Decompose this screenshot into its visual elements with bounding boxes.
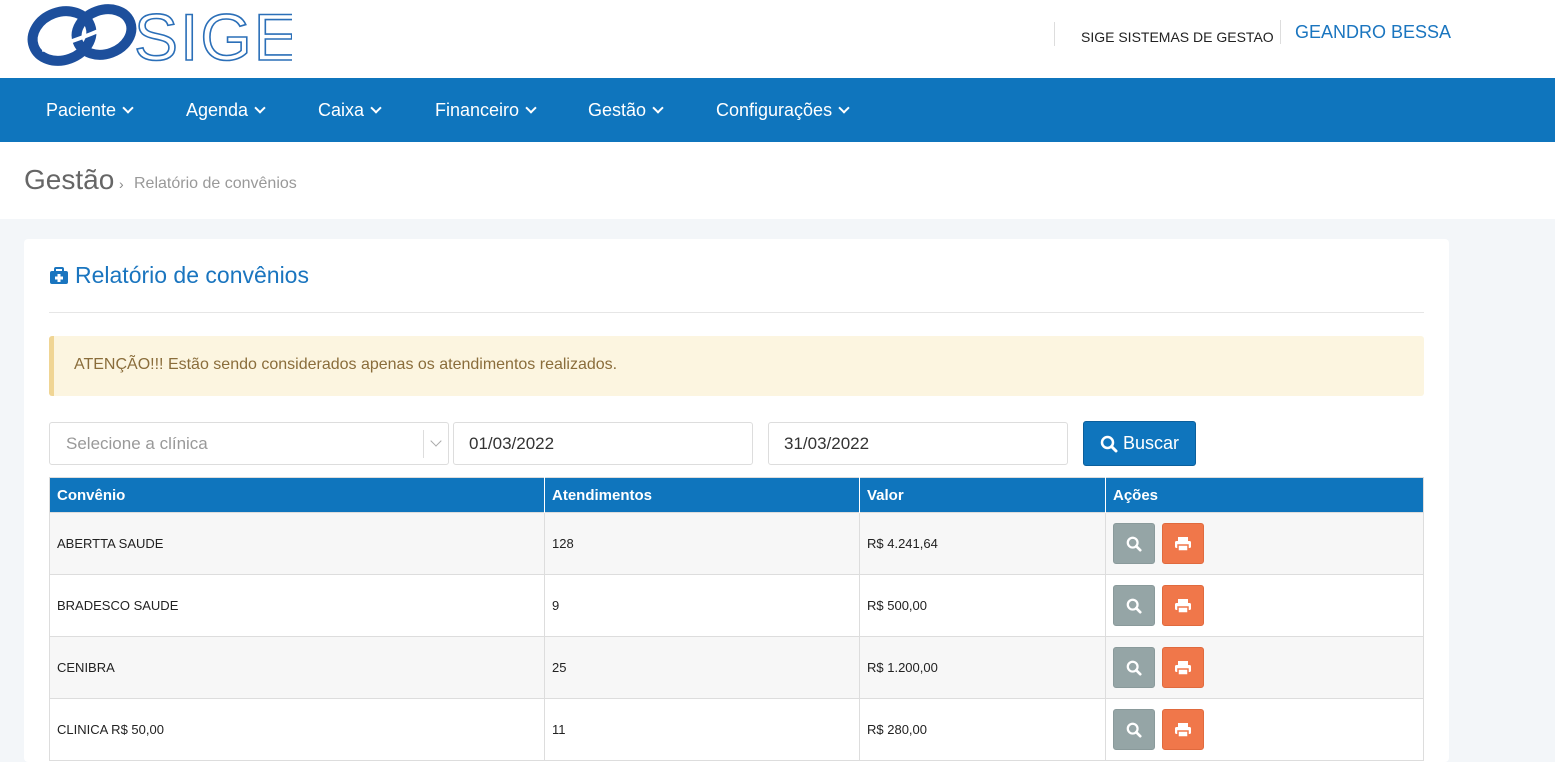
table-row: ABERTTA SAUDE 128 R$ 4.241,64 [49,512,1424,575]
cell-actions [1105,636,1424,699]
nav-financeiro[interactable]: Financeiro [435,78,537,142]
table-row: CLINICA R$ 50,00 11 R$ 280,00 [49,698,1424,761]
cell-actions [1105,512,1424,575]
cell-actions [1105,698,1424,761]
chevron-down-icon [254,102,266,114]
nav-gestao[interactable]: Gestão [588,78,664,142]
card-title: Relatório de convênios [49,262,309,289]
svg-text:SIGE: SIGE [134,0,292,70]
print-button[interactable] [1162,709,1204,750]
print-button[interactable] [1162,523,1204,564]
view-button[interactable] [1113,709,1155,750]
search-icon [1126,722,1142,738]
print-icon [1175,598,1191,614]
cell-valor: R$ 500,00 [859,574,1106,637]
breadcrumb: Gestão › Relatório de convênios [0,142,1555,219]
card-title-text: Relatório de convênios [75,262,309,288]
nav-caixa[interactable]: Caixa [318,78,382,142]
header-atendimentos: Atendimentos [544,477,860,513]
sige-logo[interactable]: SIGE [22,0,299,75]
print-button[interactable] [1162,647,1204,688]
header-acoes: Ações [1105,477,1424,513]
cell-atendimentos: 9 [544,574,860,637]
alert-text: ATENÇÃO!!! Estão sendo considerados apen… [74,356,618,373]
nav-label: Financeiro [435,100,520,120]
header-convenio: Convênio [49,477,545,513]
search-button[interactable]: Buscar [1083,421,1196,466]
cell-atendimentos: 11 [544,698,860,761]
cell-valor: R$ 4.241,64 [859,512,1106,575]
nav-label: Caixa [318,100,365,120]
print-icon [1175,660,1191,676]
search-button-label: Buscar [1122,433,1180,453]
cell-valor: R$ 1.200,00 [859,636,1106,699]
search-icon [1126,598,1142,614]
cell-convenio: CENIBRA [49,636,545,699]
warning-alert: ATENÇÃO!!! Estão sendo considerados apen… [49,336,1424,396]
chevron-down-icon [525,102,537,114]
chevron-down-icon [370,102,382,114]
top-header: SIGE SIGE SISTEMAS DE GESTAO GEANDRO BES… [0,0,1555,78]
header-divider [1280,20,1281,44]
end-date-input[interactable] [768,422,1068,465]
company-name-area: SIGE SISTEMAS DE GESTAO [1054,22,1274,46]
header-valor: Valor [859,477,1106,513]
divider [49,312,1424,313]
chevron-down-icon [430,435,442,447]
print-icon [1175,536,1191,552]
convenios-table: Convênio Atendimentos Valor Ações ABERTT… [49,477,1424,761]
search-icon [1126,660,1142,676]
clinic-select[interactable]: Selecione a clínica [49,422,449,465]
chevron-down-icon [122,102,134,114]
view-button[interactable] [1113,647,1155,688]
table-row: BRADESCO SAUDE 9 R$ 500,00 [49,574,1424,637]
medkit-icon [50,266,68,284]
cell-convenio: CLINICA R$ 50,00 [49,698,545,761]
view-button[interactable] [1113,585,1155,626]
chevron-down-icon [652,102,664,114]
nav-paciente[interactable]: Paciente [46,78,134,142]
cell-actions [1105,574,1424,637]
table-header-row: Convênio Atendimentos Valor Ações [49,477,1424,513]
nav-configuracoes[interactable]: Configurações [716,78,850,142]
print-button[interactable] [1162,585,1204,626]
search-icon [1100,435,1118,452]
select-divider [423,430,424,458]
cell-convenio: ABERTTA SAUDE [49,512,545,575]
company-name: SIGE SISTEMAS DE GESTAO [1081,29,1274,45]
cell-valor: R$ 280,00 [859,698,1106,761]
nav-label: Configurações [716,100,833,120]
clinic-select-placeholder: Selecione a clínica [66,434,208,453]
print-icon [1175,722,1191,738]
user-menu[interactable]: GEANDRO BESSA [1295,20,1451,44]
nav-agenda[interactable]: Agenda [186,78,266,142]
search-icon [1126,536,1142,552]
nav-label: Paciente [46,100,117,120]
chevron-down-icon [838,102,850,114]
cell-atendimentos: 128 [544,512,860,575]
table-row: CENIBRA 25 R$ 1.200,00 [49,636,1424,699]
breadcrumb-current: Relatório de convênios [134,175,297,192]
cell-atendimentos: 25 [544,636,860,699]
nav-label: Gestão [588,100,647,120]
nav-label: Agenda [186,100,249,120]
cell-convenio: BRADESCO SAUDE [49,574,545,637]
main-navbar: Paciente Agenda Caixa Financeiro Gestão … [0,78,1555,142]
view-button[interactable] [1113,523,1155,564]
breadcrumb-separator-icon: › [119,176,124,192]
start-date-input[interactable] [453,422,753,465]
breadcrumb-main[interactable]: Gestão [24,164,114,196]
